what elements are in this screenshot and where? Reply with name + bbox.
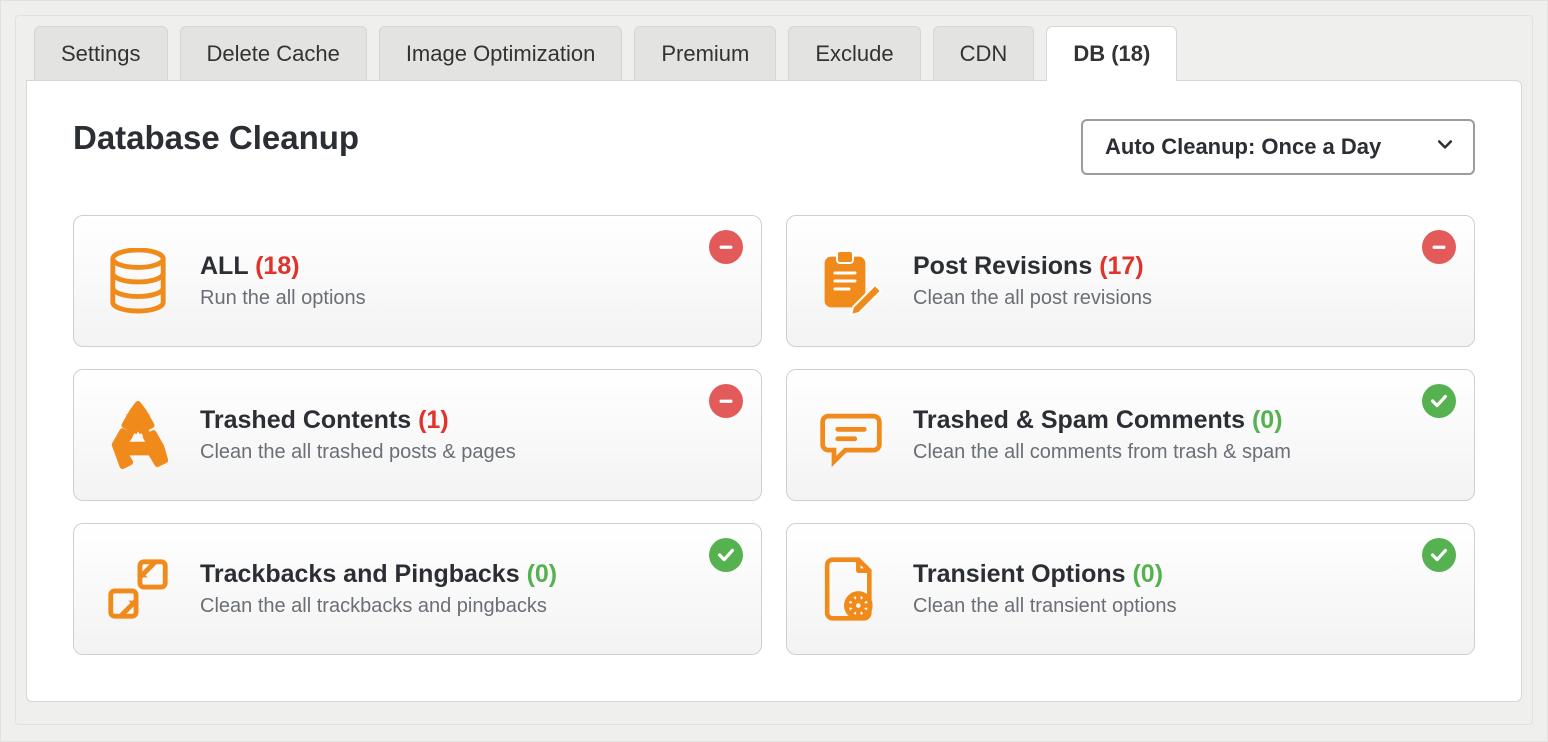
card-count: (0) (527, 560, 558, 588)
check-icon (709, 538, 743, 572)
card-title: Post Revisions (913, 252, 1092, 280)
card-subtitle: Clean the all transient options (913, 595, 1177, 618)
page-title: Database Cleanup (73, 119, 359, 157)
tab-image-optimization[interactable]: Image Optimization (379, 26, 623, 81)
file-gear-icon (815, 553, 887, 625)
card-trashed-contents[interactable]: Trashed Contents (1) Clean the all trash… (73, 369, 762, 501)
panel-db: Database Cleanup Auto Cleanup: Once a Da… (26, 80, 1522, 702)
minus-icon (709, 230, 743, 264)
tab-row: Settings Delete Cache Image Optimization… (26, 26, 1522, 81)
card-trashed-spam-comments[interactable]: Trashed & Spam Comments (0) Clean the al… (786, 369, 1475, 501)
card-count: (0) (1132, 560, 1163, 588)
card-transient-options[interactable]: Transient Options (0) Clean the all tran… (786, 523, 1475, 655)
card-subtitle: Clean the all trackbacks and pingbacks (200, 595, 557, 618)
card-title: ALL (200, 252, 248, 280)
card-count: (18) (255, 252, 299, 280)
card-count: (0) (1252, 406, 1283, 434)
card-subtitle: Run the all options (200, 287, 366, 310)
auto-cleanup-selected-label: Auto Cleanup: Once a Day (1105, 134, 1381, 160)
card-title: Trackbacks and Pingbacks (200, 560, 520, 588)
card-count: (17) (1099, 252, 1143, 280)
pingback-icon (102, 553, 174, 625)
tab-exclude[interactable]: Exclude (788, 26, 920, 81)
card-grid: ALL (18) Run the all options (73, 215, 1475, 655)
card-title: Trashed & Spam Comments (913, 406, 1245, 434)
card-trackbacks-pingbacks[interactable]: Trackbacks and Pingbacks (0) Clean the a… (73, 523, 762, 655)
minus-icon (1422, 230, 1456, 264)
card-title: Transient Options (913, 560, 1126, 588)
check-icon (1422, 538, 1456, 572)
tab-delete-cache[interactable]: Delete Cache (180, 26, 367, 81)
recycle-icon (102, 399, 174, 471)
card-count: (1) (418, 406, 449, 434)
tab-db[interactable]: DB (18) (1046, 26, 1177, 81)
minus-icon (709, 384, 743, 418)
workspace: Settings Delete Cache Image Optimization… (15, 15, 1533, 725)
database-icon (102, 245, 174, 317)
tab-premium[interactable]: Premium (634, 26, 776, 81)
auto-cleanup-select[interactable]: Auto Cleanup: Once a Day (1081, 119, 1475, 175)
chevron-down-icon (1435, 134, 1455, 160)
check-icon (1422, 384, 1456, 418)
card-title: Trashed Contents (200, 406, 411, 434)
card-subtitle: Clean the all comments from trash & spam (913, 441, 1291, 464)
tab-cdn[interactable]: CDN (933, 26, 1035, 81)
panel-header: Database Cleanup Auto Cleanup: Once a Da… (73, 119, 1475, 175)
comment-icon (815, 399, 887, 471)
card-subtitle: Clean the all trashed posts & pages (200, 441, 516, 464)
clipboard-edit-icon (815, 245, 887, 317)
card-subtitle: Clean the all post revisions (913, 287, 1152, 310)
card-all[interactable]: ALL (18) Run the all options (73, 215, 762, 347)
card-post-revisions[interactable]: Post Revisions (17) Clean the all post r… (786, 215, 1475, 347)
tab-settings[interactable]: Settings (34, 26, 168, 81)
